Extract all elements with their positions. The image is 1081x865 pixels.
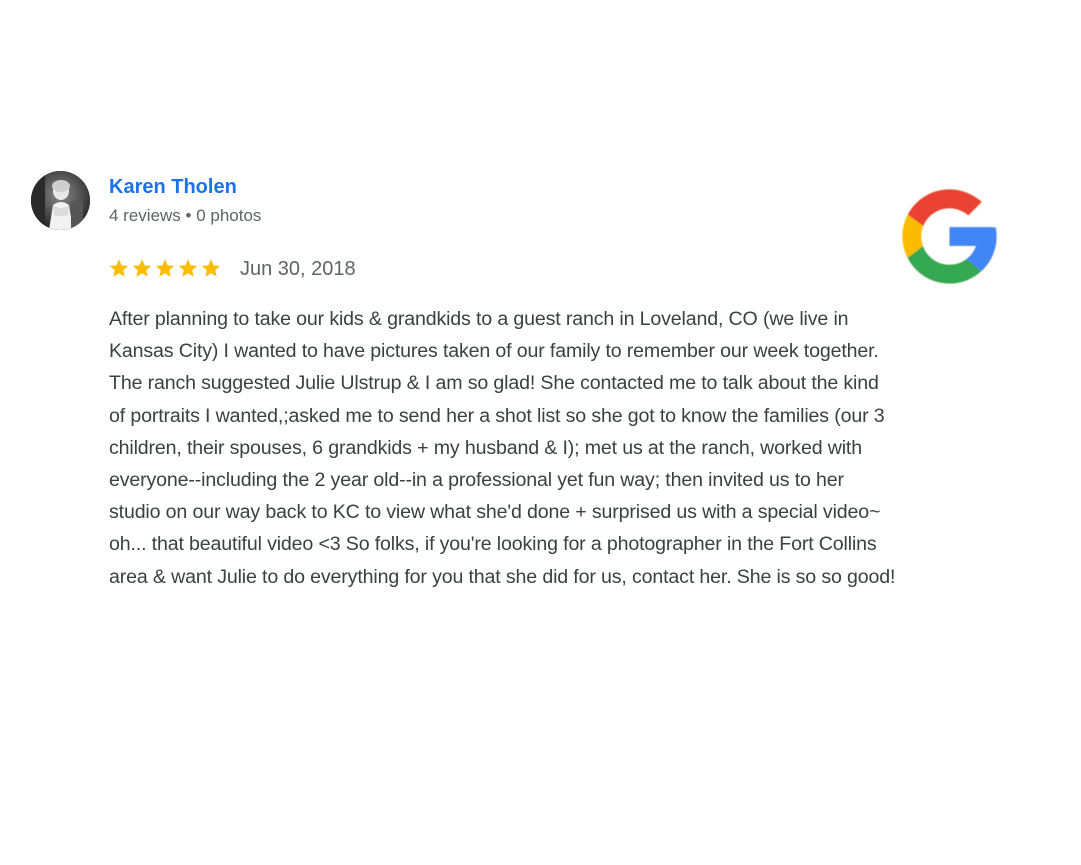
star-icon (178, 259, 198, 277)
author-meta: 4 reviews • 0 photos (109, 206, 262, 225)
review-date: Jun 30, 2018 (240, 258, 356, 280)
review-text-line: area & want Julie to do everything for y… (109, 565, 896, 588)
review-text-line: The ranch suggested Julie Ulstrup & I am… (109, 372, 879, 395)
star-icon (109, 259, 129, 277)
review-text-line: children, their spouses, 6 grandkids + m… (109, 436, 862, 459)
review-text-line: studio on our way back to KC to view wha… (109, 501, 881, 524)
review-text-line: After planning to take our kids & grandk… (109, 308, 849, 330)
review-text: After planning to take our kids & grandk… (109, 303, 1064, 593)
google-g-logo (902, 189, 997, 284)
review-card: Karen Tholen 4 reviews • 0 photos Jun 30… (0, 0, 1081, 865)
avatar[interactable] (31, 171, 90, 230)
review-text-line: oh... that beautiful video <3 So folks, … (109, 533, 877, 556)
star-icon (201, 259, 221, 277)
star-icon (155, 259, 175, 277)
star-rating (108, 257, 222, 281)
avatar-photo (31, 171, 90, 230)
review-text-line: of portraits I wanted,;asked me to send … (109, 404, 885, 427)
review-text-line: everyone--including the 2 year old--in a… (109, 469, 844, 492)
author-name[interactable]: Karen Tholen (109, 175, 237, 199)
star-icon (132, 259, 152, 277)
review-text-line: Kansas City) I wanted to have pictures t… (109, 340, 879, 363)
